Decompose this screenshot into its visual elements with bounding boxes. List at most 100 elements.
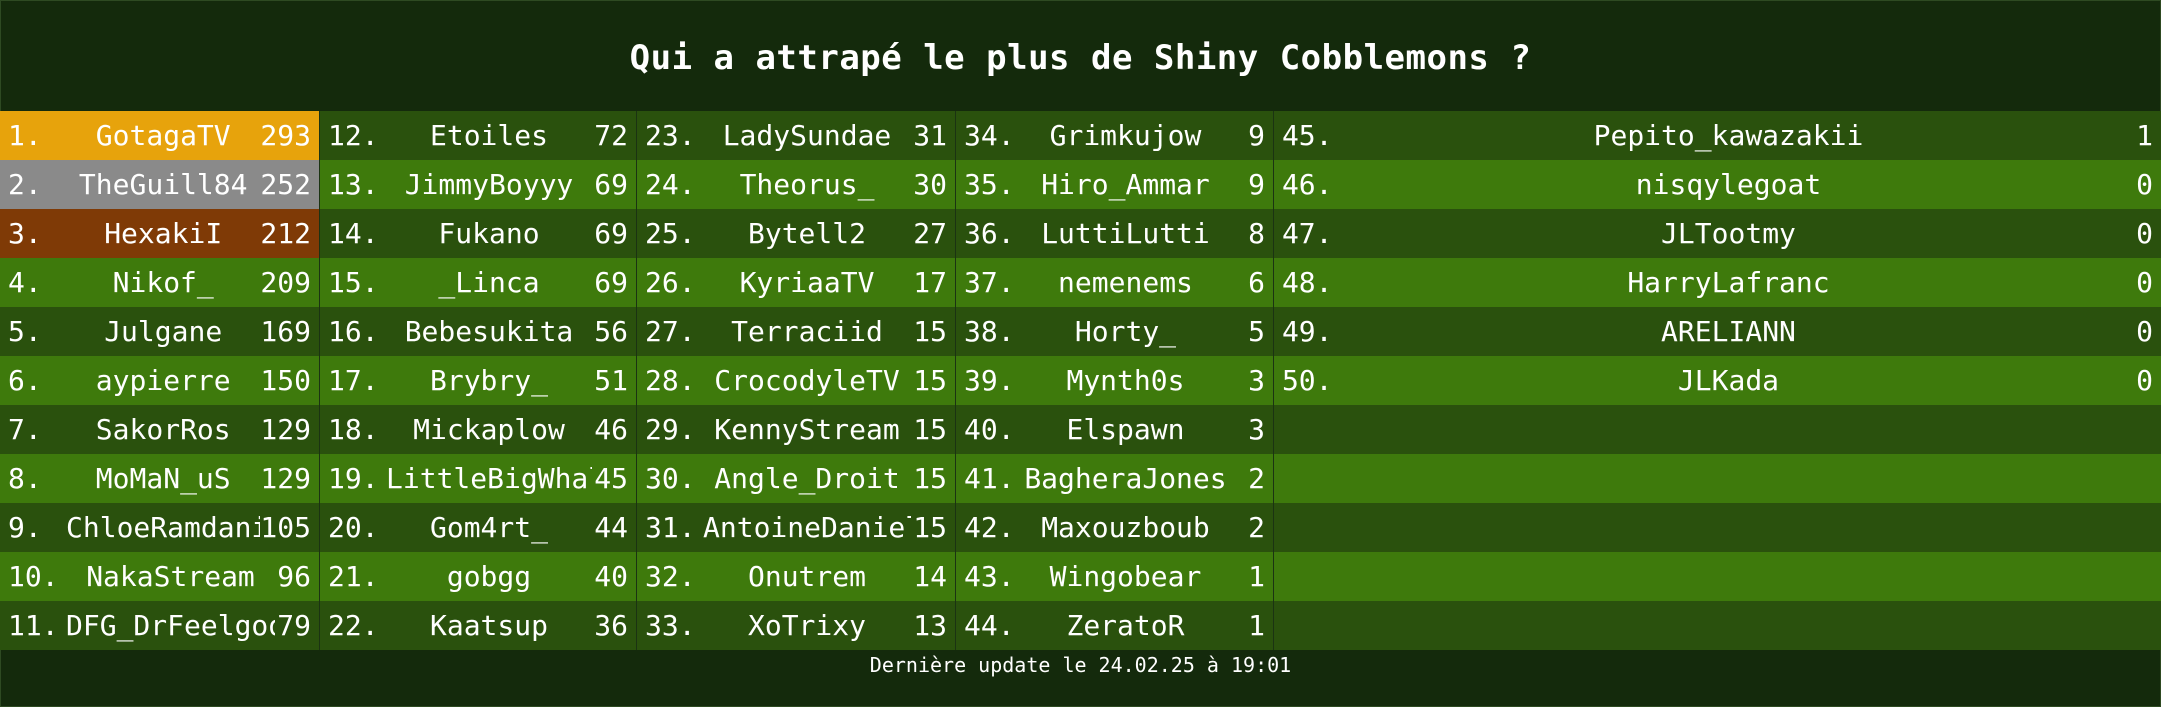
- player-name: KyriaaTV: [739, 266, 875, 299]
- leaderboard-row: 41. BagheraJones 2: [956, 454, 1273, 503]
- player-name: Grimkujow: [1049, 119, 1202, 152]
- player-name: KennyStream: [714, 413, 900, 446]
- player-name: Mynth0s: [1066, 364, 1185, 397]
- leaderboard-row: 6. aypierre 150: [0, 356, 319, 405]
- leaderboard-row: 14. Fukano 69: [320, 209, 636, 258]
- player-name: Terraciid: [731, 315, 883, 348]
- player-name: SakorRos: [95, 413, 231, 446]
- player-name: aypierre: [95, 364, 231, 397]
- player-name: Elspawn: [1066, 413, 1185, 446]
- rank-label: 41.: [964, 462, 1015, 495]
- rank-label: 27.: [645, 315, 696, 348]
- player-name: Theorus_: [739, 168, 875, 201]
- rank-label: 48.: [1281, 266, 1333, 299]
- shiny-count: 0: [2136, 217, 2153, 250]
- leaderboard-row: 34. Grimkujow 9: [956, 111, 1273, 160]
- player-name: JLKada: [1677, 364, 1780, 397]
- player-name: Fukano: [438, 217, 540, 250]
- leaderboard-row: 2. TheGuill84 252: [0, 160, 319, 209]
- rank-label: 46.: [1281, 168, 1333, 201]
- player-name: Onutrem: [747, 560, 866, 593]
- rank-label: 40.: [964, 413, 1015, 446]
- player-name: gobgg: [446, 560, 532, 593]
- leaderboard-row: 11.DFG_DrFeelgood79: [0, 601, 319, 650]
- leaderboard-row: 45. Pepito_kawazakii 1: [1273, 111, 2161, 160]
- leaderboard-row: 12. Etoiles 72: [320, 111, 636, 160]
- rank-label: 22.: [328, 609, 379, 642]
- shiny-count: 0: [2136, 364, 2153, 397]
- rank-label: 3.: [8, 217, 42, 250]
- player-name: nemenems: [1058, 266, 1193, 299]
- last-update-label: Dernière update le 24.02.25 à 19:01: [869, 653, 1292, 677]
- shiny-count: 15: [913, 511, 947, 544]
- leaderboard-column: 12. Etoiles 72 13. JimmyBoyyy 69 14. Fukano 69 15…: [319, 111, 636, 650]
- leaderboard-row: 32. Onutrem 14: [637, 552, 955, 601]
- player-name: Horty_: [1074, 315, 1177, 348]
- leaderboard-row: 35. Hiro_Ammar 9: [956, 160, 1273, 209]
- leaderboard-row: 1. GotagaTV 293: [0, 111, 319, 160]
- leaderboard-row: 9. ChloeRamdani 105: [0, 503, 319, 552]
- player-name: nisqylegoat: [1635, 168, 1822, 201]
- leaderboard-row: 33. XoTrixy 13: [637, 601, 955, 650]
- rank-label: 36.: [964, 217, 1015, 250]
- rank-label: 26.: [645, 266, 696, 299]
- rank-label: 24.: [645, 168, 696, 201]
- rank-label: 45.: [1281, 119, 1333, 152]
- shiny-count: 96: [277, 560, 311, 593]
- shiny-count: 51: [594, 364, 628, 397]
- player-name: Pepito_kawazakii: [1593, 119, 1864, 152]
- rank-label: 1.: [8, 119, 42, 152]
- shiny-count: 293: [260, 119, 311, 152]
- rank-label: 30.: [645, 462, 696, 495]
- shiny-count: 9: [1248, 168, 1265, 201]
- rank-label: 50.: [1281, 364, 1333, 397]
- rank-label: 43.: [964, 560, 1015, 593]
- player-name: BagheraJones: [1024, 462, 1227, 495]
- empty-row: [1273, 601, 2161, 650]
- shiny-count: 79: [277, 609, 311, 642]
- shiny-count: 0: [2136, 168, 2153, 201]
- shiny-count: 169: [260, 315, 311, 348]
- leaderboard-row: 23. LadySundae 31: [637, 111, 955, 160]
- leaderboard-row: 4. Nikof_ 209: [0, 258, 319, 307]
- shiny-count: 56: [594, 315, 628, 348]
- leaderboard-row: 13. JimmyBoyyy 69: [320, 160, 636, 209]
- leaderboard-row: 10. NakaStream 96: [0, 552, 319, 601]
- player-name: LuttiLutti: [1041, 217, 1210, 250]
- rank-label: 29.: [645, 413, 696, 446]
- leaderboard-row: 37. nemenems 6: [956, 258, 1273, 307]
- leaderboard-row: 8. MoMaN_uS 129: [0, 454, 319, 503]
- player-name: _Linca: [438, 266, 540, 299]
- leaderboard-row: 39. Mynth0s 3: [956, 356, 1273, 405]
- shiny-count: 44: [594, 511, 628, 544]
- player-name: NakaStream: [86, 560, 255, 593]
- shiny-count: 15: [913, 413, 947, 446]
- player-name: Bebesukita: [404, 315, 574, 348]
- rank-label: 35.: [964, 168, 1015, 201]
- rank-label: 9.: [8, 511, 42, 544]
- player-name: Angle_Droit: [714, 462, 900, 495]
- shiny-count: 2: [1248, 511, 1265, 544]
- leaderboard-row: 26. KyriaaTV 17: [637, 258, 955, 307]
- player-name: ZeratoR: [1066, 609, 1185, 642]
- rank-label: 10.: [8, 560, 59, 593]
- empty-row: [1273, 454, 2161, 503]
- shiny-count: 150: [260, 364, 311, 397]
- shiny-count: 40: [594, 560, 628, 593]
- rank-label: 18.: [328, 413, 379, 446]
- leaderboard-column: 1. GotagaTV 293 2. TheGuill84 252 3. HexakiI 212…: [0, 111, 319, 650]
- player-name: HarryLafranc: [1627, 266, 1830, 299]
- shiny-count: 15: [913, 315, 947, 348]
- leaderboard-row: 46. nisqylegoat 0: [1273, 160, 2161, 209]
- rank-label: 44.: [964, 609, 1015, 642]
- empty-row: [1273, 552, 2161, 601]
- leaderboard-row: 40. Elspawn 3: [956, 405, 1273, 454]
- empty-row: [1273, 503, 2161, 552]
- leaderboard-row: 36. LuttiLutti 8: [956, 209, 1273, 258]
- shiny-count: 8: [1248, 217, 1265, 250]
- player-name: ChloeRamdani: [66, 511, 261, 544]
- leaderboard-row: 5. Julgane 169: [0, 307, 319, 356]
- rank-label: 4.: [8, 266, 42, 299]
- leaderboard-row: 27. Terraciid 15: [637, 307, 955, 356]
- shiny-count: 1: [1248, 609, 1265, 642]
